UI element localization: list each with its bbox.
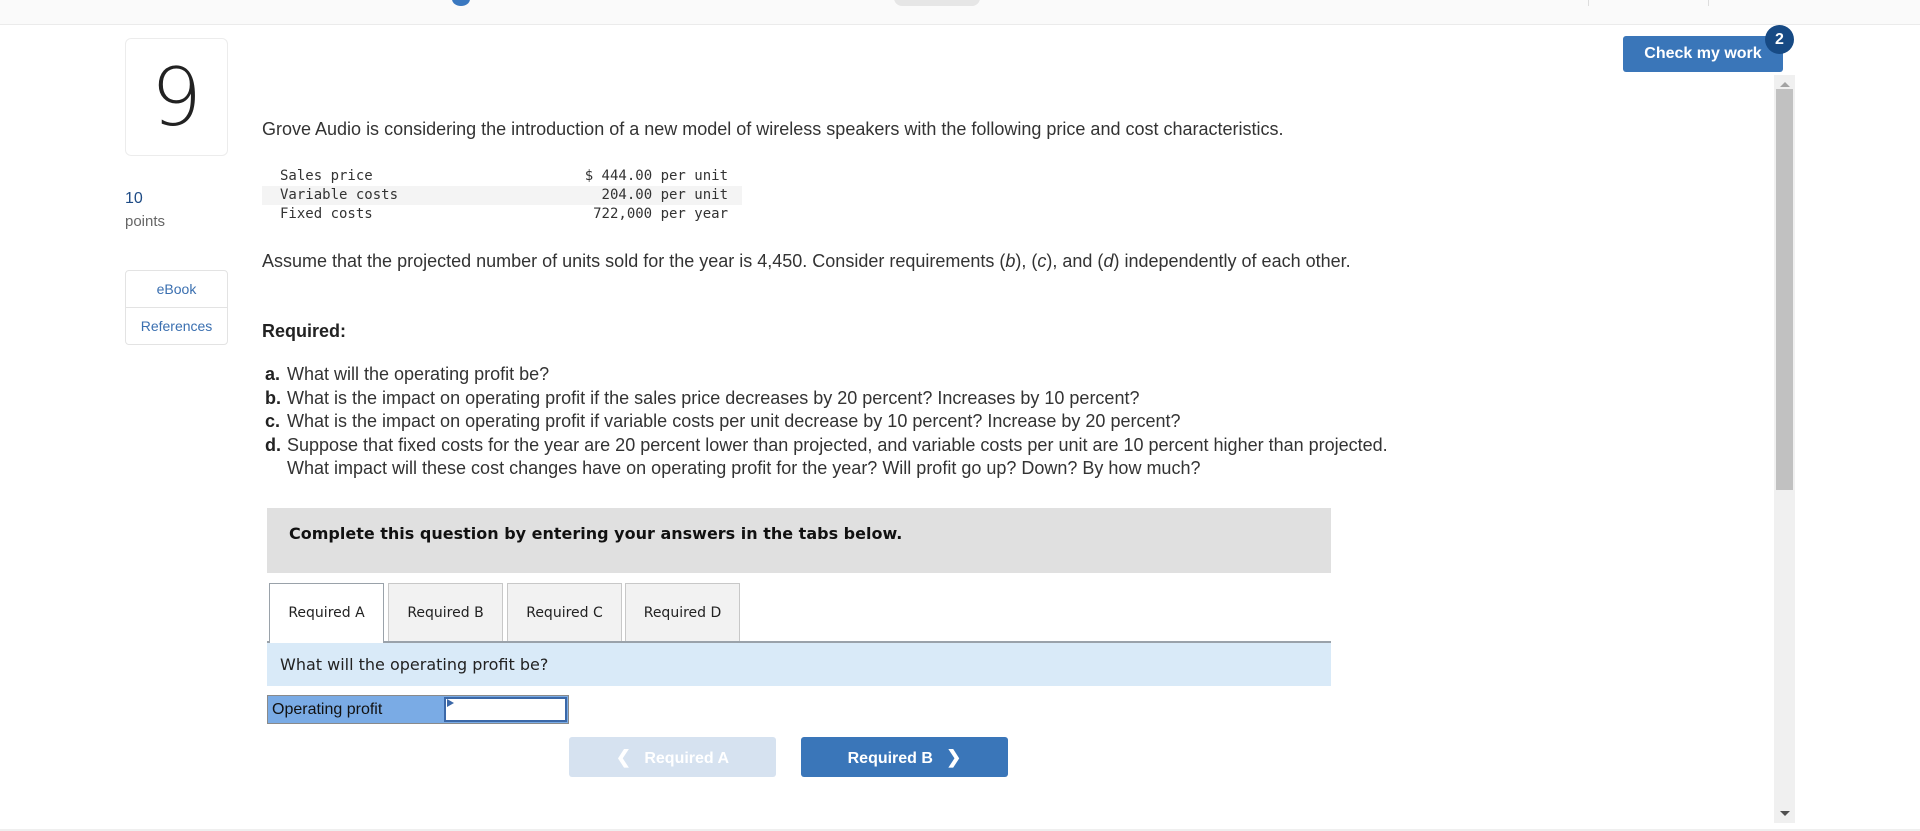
item-text: What is the impact on operating profit i… [287, 387, 1140, 408]
item-text: Suppose that fixed costs for the year ar… [287, 434, 1388, 479]
cost-label: Sales price [280, 168, 373, 184]
unit: per unit [660, 187, 728, 203]
attempts-badge: 2 [1765, 25, 1794, 54]
item-letter: b. [265, 387, 281, 408]
item-text: What is the impact on operating profit i… [287, 411, 1181, 431]
cost-value: 204.00 per unit [488, 186, 742, 205]
cost-value: 722,000 per year [488, 205, 742, 224]
requirement-tabs: Required A Required B Required C Require… [267, 583, 1331, 643]
table-row: Variable costs 204.00 per unit [262, 186, 742, 205]
item-letter: a. [265, 364, 281, 384]
button-label: Required A [644, 750, 730, 767]
ref-b: b [1005, 251, 1016, 271]
question-intro: Grove Audio is considering the introduct… [262, 119, 1284, 139]
input-marker-icon [447, 699, 454, 707]
tab-required-a[interactable]: Required A [269, 583, 384, 643]
list-item: d. Suppose that fixed costs for the year … [265, 434, 1415, 481]
progress-indicator-icon [452, 0, 470, 6]
tab-required-b[interactable]: Required B [388, 583, 503, 641]
top-navigation-bar [0, 0, 1920, 25]
points-value: 10 [125, 190, 143, 207]
tab-required-d[interactable]: Required D [625, 583, 740, 641]
next-tab-button[interactable]: Required B ❯ [801, 737, 1008, 777]
requirements-list: a. What will the operating profit be? b. W… [265, 363, 1415, 481]
references-link[interactable]: References [126, 307, 227, 344]
item-letter: d. [265, 434, 281, 455]
scroll-up-arrow-icon[interactable] [1780, 82, 1790, 87]
item-letter: c. [265, 411, 281, 431]
tab-prompt: What will the operating profit be? [267, 643, 1331, 686]
scroll-down-arrow-icon[interactable] [1780, 811, 1790, 816]
tab-required-c[interactable]: Required C [507, 583, 622, 641]
text: ) independently of each other. [1113, 251, 1351, 271]
previous-tab-button[interactable]: ❮ Required A [569, 737, 776, 777]
cost-label: Fixed costs [280, 206, 373, 222]
list-item: b. What is the impact on operating profit… [265, 387, 1415, 411]
assumption-text: Assume that the projected number of unit… [262, 250, 1412, 272]
cost-table: Sales price $ 444.00 per unit Variable c… [262, 167, 742, 224]
operating-profit-input[interactable] [444, 697, 567, 722]
question-number: 9 [125, 38, 228, 156]
scroll-thumb[interactable] [1776, 89, 1793, 490]
divider [1588, 0, 1589, 6]
cost-label: Variable costs [280, 187, 399, 203]
table-row: Sales price $ 444.00 per unit [262, 167, 742, 186]
operating-profit-row: Operating profit [267, 695, 569, 724]
resource-links: eBook References [125, 270, 228, 345]
vertical-scrollbar[interactable] [1774, 75, 1795, 823]
chevron-right-icon: ❯ [946, 747, 962, 767]
ref-d: d [1103, 251, 1114, 271]
divider [1708, 0, 1709, 6]
check-my-work-button[interactable]: Check my work [1623, 36, 1783, 72]
unit: per year [660, 206, 728, 222]
operating-profit-label: Operating profit [272, 701, 383, 718]
item-text: What will the operating profit be? [287, 364, 550, 384]
points-label: points [125, 213, 166, 230]
text: Assume that the projected number of unit… [262, 251, 1006, 271]
text: ), and ( [1046, 251, 1104, 271]
amount: 722,000 [593, 206, 653, 222]
unit: per unit [660, 168, 728, 184]
button-label: Required B [847, 750, 933, 767]
required-heading: Required: [262, 321, 347, 341]
text: ), ( [1015, 251, 1038, 271]
cost-value: $ 444.00 per unit [488, 167, 742, 186]
page-scroll-pill[interactable] [894, 0, 980, 6]
chevron-left-icon: ❮ [615, 747, 631, 767]
ebook-link[interactable]: eBook [126, 271, 227, 307]
instruction-banner: Complete this question by entering your … [267, 508, 1331, 573]
table-row: Fixed costs 722,000 per year [262, 205, 742, 224]
amount: $ 444.00 [584, 168, 653, 184]
amount: 204.00 [601, 187, 653, 203]
list-item: c. What is the impact on operating profit… [265, 410, 1415, 434]
list-item: a. What will the operating profit be? [265, 363, 1415, 387]
